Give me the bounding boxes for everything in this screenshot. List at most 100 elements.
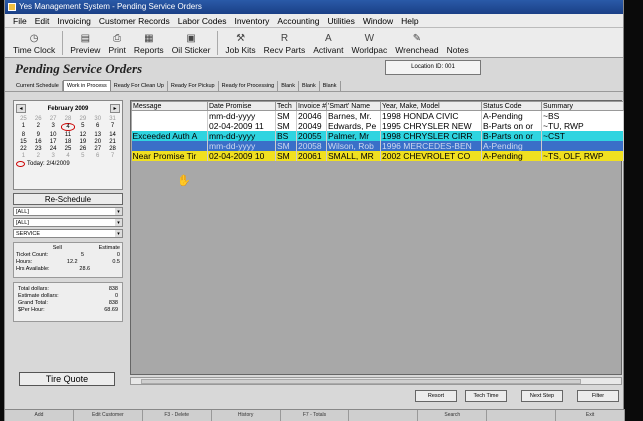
resort-button[interactable]: Resort — [415, 390, 457, 402]
function-key[interactable]: Search — [418, 410, 488, 421]
calendar-day[interactable]: 4 — [61, 153, 76, 159]
menu-labor-codes[interactable]: Labor Codes — [178, 14, 227, 27]
horizontal-scrollbar[interactable] — [130, 377, 622, 385]
calendar-day[interactable]: 3 — [46, 123, 61, 131]
menu-customer-records[interactable]: Customer Records — [99, 14, 170, 27]
tab-current-schedule[interactable]: Current Schedule — [13, 80, 63, 91]
calendar-day[interactable]: 4 — [60, 123, 76, 131]
toolbar-oil-sticker-button[interactable]: ▣ Oil Sticker — [168, 33, 215, 55]
column-header[interactable]: Year, Make, Model — [380, 101, 482, 111]
calendar-day[interactable]: 26 — [75, 146, 90, 152]
table-row[interactable]: 02-04-2009 11 SM 20049 Edwards, Pe 1995 CHRY… — [131, 121, 624, 131]
menu-accounting[interactable]: Accounting — [277, 14, 319, 27]
tab-ready-for-processing[interactable]: Ready for Processing — [219, 80, 279, 91]
tab-ready-for-clean-up[interactable]: Ready For Clean Up — [111, 80, 168, 91]
toolbar-preview-button[interactable]: ▤ Preview — [66, 33, 104, 55]
calendar-day[interactable]: 12 — [75, 132, 90, 138]
tab-blank-2[interactable]: Blank — [299, 80, 320, 91]
toolbar-recv-parts-button[interactable]: R Recv Parts — [260, 33, 310, 55]
calendar-day[interactable]: 2 — [31, 153, 46, 159]
calendar-day[interactable]: 10 — [46, 132, 61, 138]
calendar-day[interactable]: 28 — [61, 116, 76, 122]
calendar-day[interactable]: 11 — [61, 132, 76, 138]
tab-work-in-process[interactable]: Work in Process — [62, 80, 111, 91]
calendar-day[interactable]: 7 — [105, 123, 120, 131]
reschedule-button[interactable]: Re-Schedule — [13, 193, 123, 205]
calendar-day[interactable]: 16 — [31, 139, 46, 145]
column-header[interactable]: Summary — [541, 101, 624, 111]
function-key[interactable]: Add — [5, 410, 74, 421]
toolbar-time-clock-button[interactable]: ◷ Time Clock — [9, 33, 59, 55]
calendar-day[interactable]: 6 — [90, 123, 105, 131]
menu-utilities[interactable]: Utilities — [327, 14, 354, 27]
location-id-button[interactable]: Location ID: 001 — [385, 60, 481, 75]
column-header[interactable]: Status Code — [481, 101, 542, 111]
calendar-day[interactable]: 22 — [16, 146, 31, 152]
today-indicator[interactable]: Today: 2/4/2009 — [16, 161, 120, 167]
scrollbar-thumb[interactable] — [141, 379, 581, 384]
column-header[interactable]: Message — [131, 101, 208, 111]
calendar-day[interactable]: 5 — [75, 153, 90, 159]
function-key[interactable]: Edit Customer — [74, 410, 143, 421]
column-header[interactable]: Date Promise — [207, 101, 276, 111]
menu-invoicing[interactable]: Invoicing — [57, 14, 91, 27]
calendar-day[interactable]: 29 — [75, 116, 90, 122]
column-header[interactable]: Tech — [275, 101, 297, 111]
calendar-day[interactable]: 20 — [90, 139, 105, 145]
menu-inventory[interactable]: Inventory — [234, 14, 269, 27]
table-row[interactable]: mm-dd-yyyy SM 20046 Barnes, Mr. 1998 HONDA C… — [131, 110, 624, 121]
calendar-day[interactable]: 25 — [16, 116, 31, 122]
calendar-day[interactable]: 23 — [31, 146, 46, 152]
filter-combo-2[interactable]: [ALL] ▾ — [13, 218, 123, 227]
menu-edit[interactable]: Edit — [35, 14, 50, 27]
toolbar-wrenchead-button[interactable]: ✎ Wrenchead — [391, 33, 442, 55]
calendar-day[interactable]: 30 — [90, 116, 105, 122]
filter-combo-1[interactable]: [ALL] ▾ — [13, 207, 123, 216]
table-row[interactable]: Exceeded Auth Amm-dd-yyyy BS 20055 Palmer, … — [131, 131, 624, 141]
toolbar-job-kits-button[interactable]: ⚒ Job Kits — [221, 33, 259, 55]
toolbar-print-button[interactable]: ⎙ Print — [104, 33, 129, 55]
calendar-day[interactable]: 3 — [46, 153, 61, 159]
tab-ready-for-pickup[interactable]: Ready For Pickup — [168, 80, 219, 91]
calendar-day[interactable]: 2 — [31, 123, 46, 131]
calendar-day[interactable]: 13 — [90, 132, 105, 138]
filter-button[interactable]: Filter — [577, 390, 619, 402]
calendar-day[interactable]: 1 — [16, 123, 31, 131]
function-key[interactable]: History — [212, 410, 281, 421]
calendar-day[interactable]: 26 — [31, 116, 46, 122]
calendar-day[interactable]: 28 — [105, 146, 120, 152]
function-key[interactable]: F3 - Delete — [143, 410, 212, 421]
next-step-button[interactable]: Next Step — [521, 390, 563, 402]
calendar-day[interactable]: 25 — [61, 146, 76, 152]
toolbar-worldpac-button[interactable]: W Worldpac — [348, 33, 392, 55]
calendar-day[interactable]: 8 — [16, 132, 31, 138]
column-header[interactable]: Invoice # — [296, 101, 327, 111]
calendar-day[interactable]: 14 — [105, 132, 120, 138]
calendar-day[interactable]: 5 — [75, 123, 90, 131]
toolbar-notes-button[interactable]: Notes — [443, 33, 473, 55]
filter-combo-3[interactable]: SERVICE ▾ — [13, 229, 123, 238]
tab-blank-1[interactable]: Blank — [278, 80, 299, 91]
calendar-day[interactable]: 17 — [46, 139, 61, 145]
table-row[interactable]: Near Promise Tir 02-04-2009 10 SM 20061 SMAL… — [131, 151, 624, 161]
calendar-day[interactable]: 19 — [75, 139, 90, 145]
menu-file[interactable]: File — [13, 14, 27, 27]
calendar-day[interactable]: 6 — [90, 153, 105, 159]
function-key[interactable] — [349, 410, 419, 421]
calendar-day[interactable]: 1 — [16, 153, 31, 159]
table-row[interactable]: mm-dd-yyyy SM 20058 Wilson, Rob 1996 MERCEDE… — [131, 141, 624, 151]
calendar-day[interactable]: 18 — [61, 139, 76, 145]
function-key[interactable]: F7 - Totals — [281, 410, 350, 421]
calendar-day[interactable]: 31 — [105, 116, 120, 122]
toolbar-activant-button[interactable]: A Activant — [309, 33, 347, 55]
calendar-day[interactable]: 27 — [46, 116, 61, 122]
tab-blank-3[interactable]: Blank — [320, 80, 341, 91]
calendar-day[interactable]: 21 — [105, 139, 120, 145]
calendar-day[interactable]: 24 — [46, 146, 61, 152]
menu-window[interactable]: Window — [363, 14, 393, 27]
tire-quote-button[interactable]: Tire Quote — [19, 372, 115, 386]
prev-month-button[interactable]: ◂ — [16, 104, 26, 113]
column-header[interactable]: 'Smart' Name — [326, 101, 381, 111]
next-month-button[interactable]: ▸ — [109, 104, 120, 113]
menu-help[interactable]: Help — [401, 14, 418, 27]
